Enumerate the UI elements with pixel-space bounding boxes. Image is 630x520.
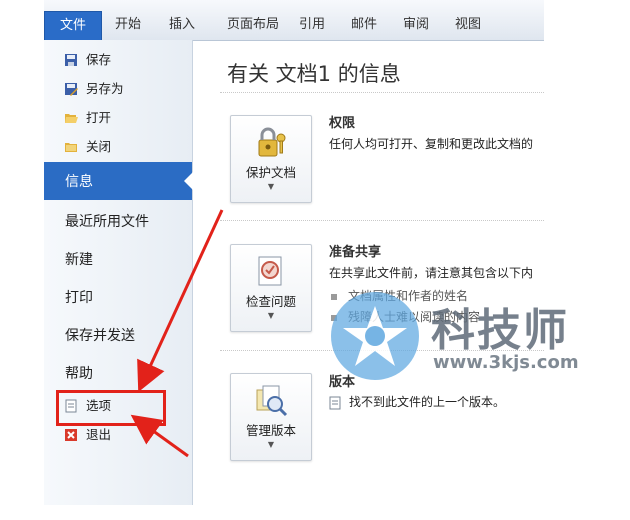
annotation-arrow: [130, 414, 189, 458]
annotation-arrows: [130, 209, 224, 458]
annotation-arrow: [137, 209, 224, 393]
